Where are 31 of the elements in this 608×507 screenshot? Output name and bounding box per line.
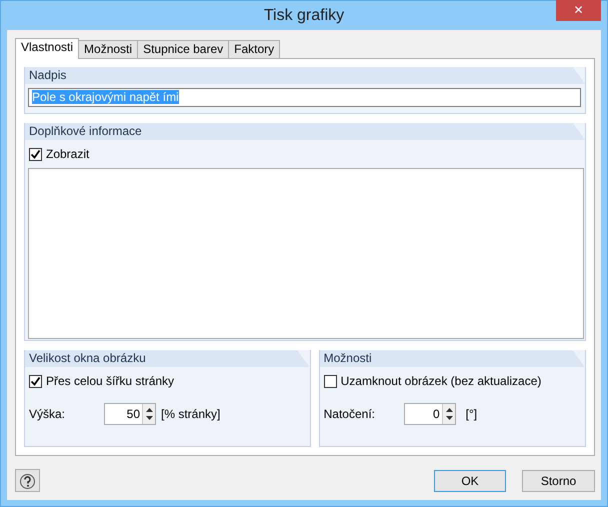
number-spinner[interactable]: 0 xyxy=(404,403,456,426)
heading-text: Pole s okrajovými napět ími xyxy=(32,90,179,104)
ok-button[interactable]: OK xyxy=(434,470,506,492)
help-icon xyxy=(19,472,36,490)
field-label: Výška: xyxy=(29,406,66,424)
tab[interactable]: Stupnice barev xyxy=(137,40,230,58)
number-spinner[interactable]: 50 xyxy=(104,403,156,426)
close-button[interactable]: ✕ xyxy=(556,0,601,21)
checkbox[interactable] xyxy=(29,148,42,160)
cancel-button[interactable]: Storno xyxy=(522,470,595,492)
spin-arrows-icon[interactable] xyxy=(142,404,155,424)
checkbox-label: Zobrazit xyxy=(46,146,90,163)
spinner-value: 50 xyxy=(126,406,141,424)
checkbox-label: Přes celou šířku stránky xyxy=(46,373,174,390)
spinner-value: 0 xyxy=(432,406,441,424)
tab[interactable]: Možnosti xyxy=(78,40,138,58)
group-header: Nadpis xyxy=(25,67,585,84)
help-button[interactable] xyxy=(15,469,40,492)
field-label: Natočení: xyxy=(324,406,376,424)
group-header: Velikost okna obrázku xyxy=(25,350,310,368)
spin-arrows-icon[interactable] xyxy=(442,404,455,424)
unit-label: [°] xyxy=(466,406,478,424)
checkbox[interactable] xyxy=(324,374,337,388)
group-header: Možnosti xyxy=(320,350,586,368)
checkbox-label: Uzamknout obrázek (bez aktualizace) xyxy=(340,373,542,390)
window-title: Tisk grafiky xyxy=(264,6,344,26)
checkbox[interactable] xyxy=(29,374,42,388)
unit-label: [% stránky] xyxy=(161,406,220,424)
tab[interactable]: Faktory xyxy=(228,40,280,58)
tab[interactable]: Vlastnosti xyxy=(15,38,80,59)
group-header: Doplňkové informace xyxy=(25,123,585,140)
